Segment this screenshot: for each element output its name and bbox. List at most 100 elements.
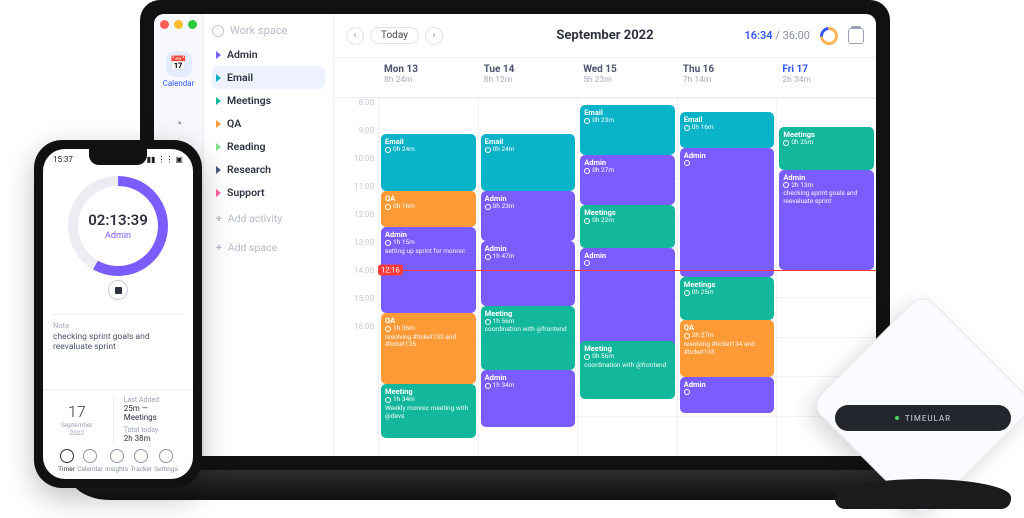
calendar-event[interactable]: Admin2h 13mchecking sprint goals and ree… bbox=[779, 170, 874, 270]
calendar-settings-icon[interactable] bbox=[848, 28, 864, 44]
calendar-main: ‹ Today › September 2022 16:34 / 36:00 bbox=[334, 14, 876, 456]
activity-label: Email bbox=[227, 71, 253, 84]
progress-ring-icon bbox=[816, 23, 841, 48]
activity-label: Research bbox=[227, 163, 271, 176]
activity-item[interactable]: Reading bbox=[212, 135, 325, 158]
add-activity-button[interactable]: + Add activity bbox=[212, 204, 325, 233]
tracker-brand: TIMEULAR bbox=[905, 414, 951, 423]
day-header[interactable]: Wed 155h 23m bbox=[577, 58, 677, 97]
activity-item[interactable]: QA bbox=[212, 112, 325, 135]
activity-item[interactable]: Support bbox=[212, 181, 325, 204]
activity-label: Support bbox=[227, 186, 265, 199]
day-header[interactable]: Tue 148h 12m bbox=[478, 58, 578, 97]
close-icon[interactable] bbox=[160, 20, 169, 29]
tracker-label: TIMEULAR bbox=[835, 405, 1011, 431]
calendar-event[interactable]: Meeting0h 56mcoordination with @frontend bbox=[580, 341, 675, 398]
day-month: September 2022 bbox=[53, 421, 101, 437]
time-sep: / bbox=[775, 29, 782, 42]
chevron-right-icon bbox=[216, 51, 221, 59]
note-value: checking sprint goals and reevaluate spr… bbox=[53, 332, 183, 352]
activity-item[interactable]: Research bbox=[212, 158, 325, 181]
nav-calendar-label: Calendar bbox=[162, 79, 196, 88]
phone-tab[interactable]: Timer bbox=[58, 449, 75, 473]
gear-icon bbox=[212, 25, 224, 37]
last-added-label: Last Added bbox=[124, 396, 183, 404]
calendar-topbar: ‹ Today › September 2022 16:34 / 36:00 bbox=[334, 14, 876, 58]
chevron-right-icon bbox=[216, 74, 221, 82]
day-column[interactable]: Email0h 24mQA0h 16mAdmin1h 15msetting up… bbox=[378, 98, 478, 456]
calendar-event[interactable]: Admin0h 27m bbox=[580, 155, 675, 205]
day-column[interactable]: Email0h 24mAdmin0h 23mAdmin1h 47mMeeting… bbox=[478, 98, 578, 456]
window-controls[interactable] bbox=[160, 20, 197, 29]
calendar-event[interactable]: QA2h 27mresolving #ticket134 and #ticket… bbox=[680, 320, 775, 377]
day-header[interactable]: Fri 172h 34m bbox=[776, 58, 876, 97]
laptop-mockup: 📅 Calendar ◔ ◈ Work space AdminEmailMeet… bbox=[140, 0, 890, 505]
chevron-right-icon bbox=[216, 143, 221, 151]
day-column[interactable]: Email0h 23mAdmin0h 27mMeetings0h 22mAdmi… bbox=[577, 98, 677, 456]
calendar-event[interactable]: Email0h 23m bbox=[580, 105, 675, 155]
next-week-button[interactable]: › bbox=[425, 27, 443, 45]
phone-mockup: 15:37 ▮▮ ⋮⋮ ▣ 02:13:39 Admin Note checki… bbox=[34, 140, 202, 488]
laptop-base bbox=[70, 470, 960, 500]
add-space-button[interactable]: + Add space bbox=[212, 233, 325, 262]
day-number: 17 bbox=[53, 402, 101, 421]
chevron-right-icon bbox=[216, 120, 221, 128]
note-label: Note bbox=[53, 321, 183, 330]
chevron-right-icon bbox=[216, 166, 221, 174]
calendar-event[interactable]: Meeting1h 56mcoordination with @frontend bbox=[481, 306, 576, 370]
last-added-value: 25m — Meetings bbox=[124, 404, 183, 422]
month-title: September 2022 bbox=[556, 28, 653, 43]
phone-tab[interactable]: Insights bbox=[105, 449, 128, 473]
calendar-event[interactable]: Admin1h 34m bbox=[481, 370, 576, 427]
nav-insights[interactable]: ◔ bbox=[162, 106, 196, 142]
today-button[interactable]: Today bbox=[370, 27, 419, 44]
note-section[interactable]: Note checking sprint goals and reevaluat… bbox=[53, 314, 183, 352]
calendar-event[interactable]: Email0h 16m bbox=[680, 112, 775, 148]
calendar-event[interactable]: Admin0h 23m bbox=[481, 191, 576, 241]
maximize-icon[interactable] bbox=[188, 20, 197, 29]
nav-calendar[interactable]: 📅 Calendar bbox=[162, 47, 196, 92]
calendar-icon: 📅 bbox=[166, 51, 192, 77]
calendar-event[interactable]: Meeting1h 34mWeekly monrec meeting with … bbox=[381, 384, 476, 438]
chevron-right-icon bbox=[216, 189, 221, 197]
phone-tab[interactable]: Tracker bbox=[130, 449, 152, 473]
calendar-event[interactable]: Meetings0h 25m bbox=[779, 127, 874, 170]
workspace-header[interactable]: Work space bbox=[212, 24, 325, 37]
activity-label: Admin bbox=[227, 48, 258, 61]
activity-item[interactable]: Admin bbox=[212, 43, 325, 66]
timer-value: 02:13:39 bbox=[88, 211, 148, 229]
phone-tab[interactable]: Settings bbox=[154, 449, 178, 473]
prev-week-button[interactable]: ‹ bbox=[346, 27, 364, 45]
add-activity-label: Add activity bbox=[228, 212, 283, 225]
calendar-event[interactable]: Meetings0h 25m bbox=[680, 277, 775, 320]
plus-icon: + bbox=[216, 212, 222, 225]
stop-icon bbox=[115, 287, 122, 294]
chevron-right-icon bbox=[216, 97, 221, 105]
calendar-event[interactable]: QA1h 36mresolving #ticket133 and #ticket… bbox=[381, 313, 476, 385]
calendar-event[interactable]: Admin bbox=[680, 148, 775, 277]
tab-icon bbox=[159, 449, 173, 463]
plus-icon: + bbox=[216, 241, 222, 254]
stop-button[interactable] bbox=[108, 280, 128, 300]
activity-label: Reading bbox=[227, 140, 265, 153]
calendar-event[interactable]: Admin1h 47m bbox=[481, 241, 576, 305]
calendar-event[interactable]: Email0h 24m bbox=[381, 134, 476, 191]
timer-activity: Admin bbox=[105, 231, 131, 241]
calendar-grid[interactable]: 8:009:0010:0011:0012:0013:0014:0015:0016… bbox=[334, 98, 876, 456]
calendar-event[interactable]: Email0h 24m bbox=[481, 134, 576, 191]
minimize-icon[interactable] bbox=[174, 20, 183, 29]
day-header[interactable]: Thu 167h 14m bbox=[677, 58, 777, 97]
status-icons: ▮▮ ⋮⋮ ▣ bbox=[147, 155, 183, 164]
activity-item[interactable]: Email bbox=[212, 66, 325, 89]
phone-tab[interactable]: Calendar bbox=[77, 449, 103, 473]
elapsed-time: 16:34 bbox=[744, 29, 772, 42]
activity-item[interactable]: Meetings bbox=[212, 89, 325, 112]
calendar-event[interactable]: QA0h 16m bbox=[381, 191, 476, 227]
calendar-event[interactable]: Meetings0h 22m bbox=[580, 205, 675, 248]
calendar-event[interactable]: Admin bbox=[680, 377, 775, 413]
day-column[interactable]: Email0h 16mAdminMeetings0h 25mQA2h 27mre… bbox=[677, 98, 777, 456]
day-header[interactable]: Mon 138h 24m bbox=[378, 58, 478, 97]
hour-labels: 8:009:0010:0011:0012:0013:0014:0015:0016… bbox=[334, 98, 378, 456]
tracker-device: TIMEULAR bbox=[838, 319, 1008, 509]
phone-notch bbox=[89, 149, 147, 165]
